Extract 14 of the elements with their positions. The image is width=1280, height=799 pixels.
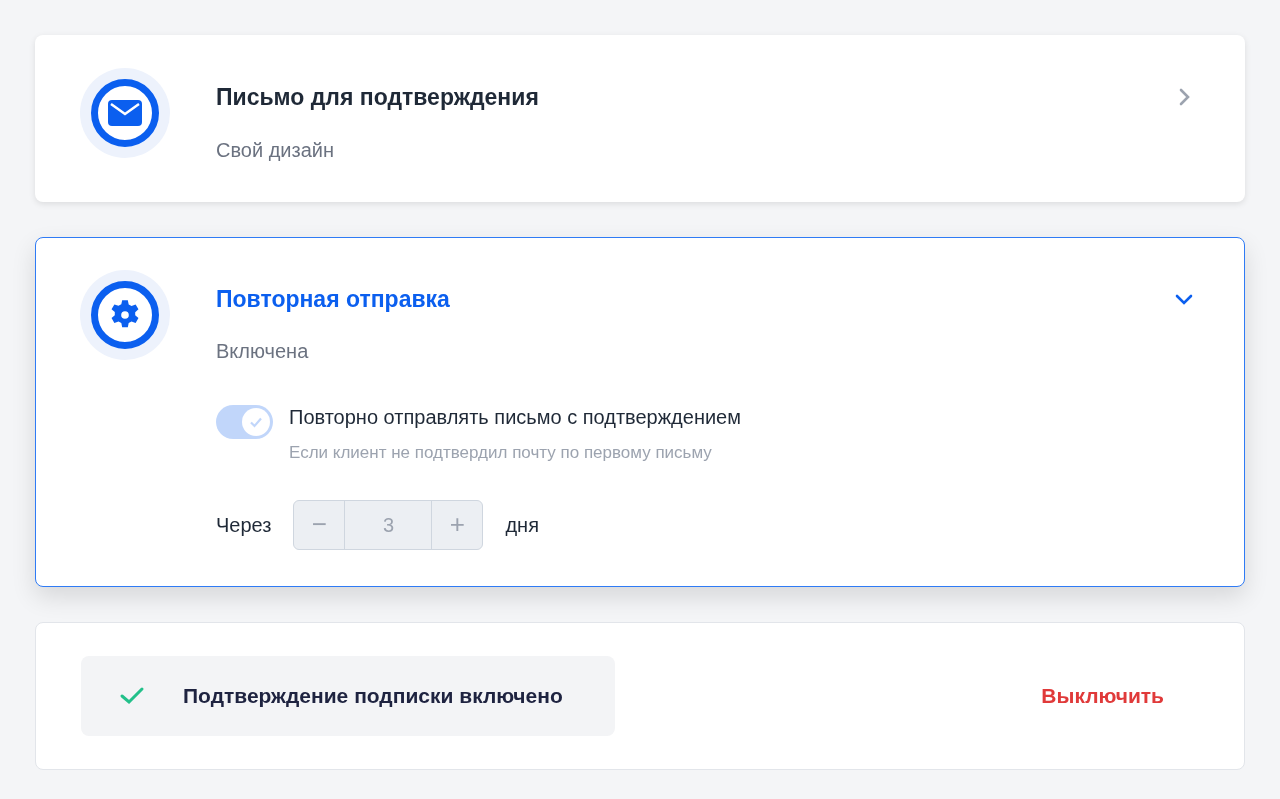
- stepper-prefix: Через: [216, 512, 272, 538]
- envelope-icon: [108, 100, 142, 126]
- card-title: Повторная отправка: [216, 284, 450, 314]
- stepper-value: 3: [344, 500, 433, 549]
- status-text: Подтверждение подписки включено: [183, 682, 563, 709]
- toggle-hint: Если клиент не подтвердил почту по первому письму: [289, 442, 713, 464]
- card-subtitle: Включена: [216, 339, 310, 364]
- toggle-label: Повторно отправлять письмо с подтверждением: [289, 405, 741, 430]
- check-icon: [119, 685, 145, 706]
- stepper-suffix: дня: [505, 512, 539, 538]
- settings-card[interactable]: Письмо для подтверждения Свой дизайн: [35, 35, 1245, 202]
- card-subtitle: Свой дизайн: [216, 137, 336, 163]
- disable-link[interactable]: Выключить: [1041, 679, 1164, 712]
- card-title: Письмо для подтверждения: [216, 83, 539, 112]
